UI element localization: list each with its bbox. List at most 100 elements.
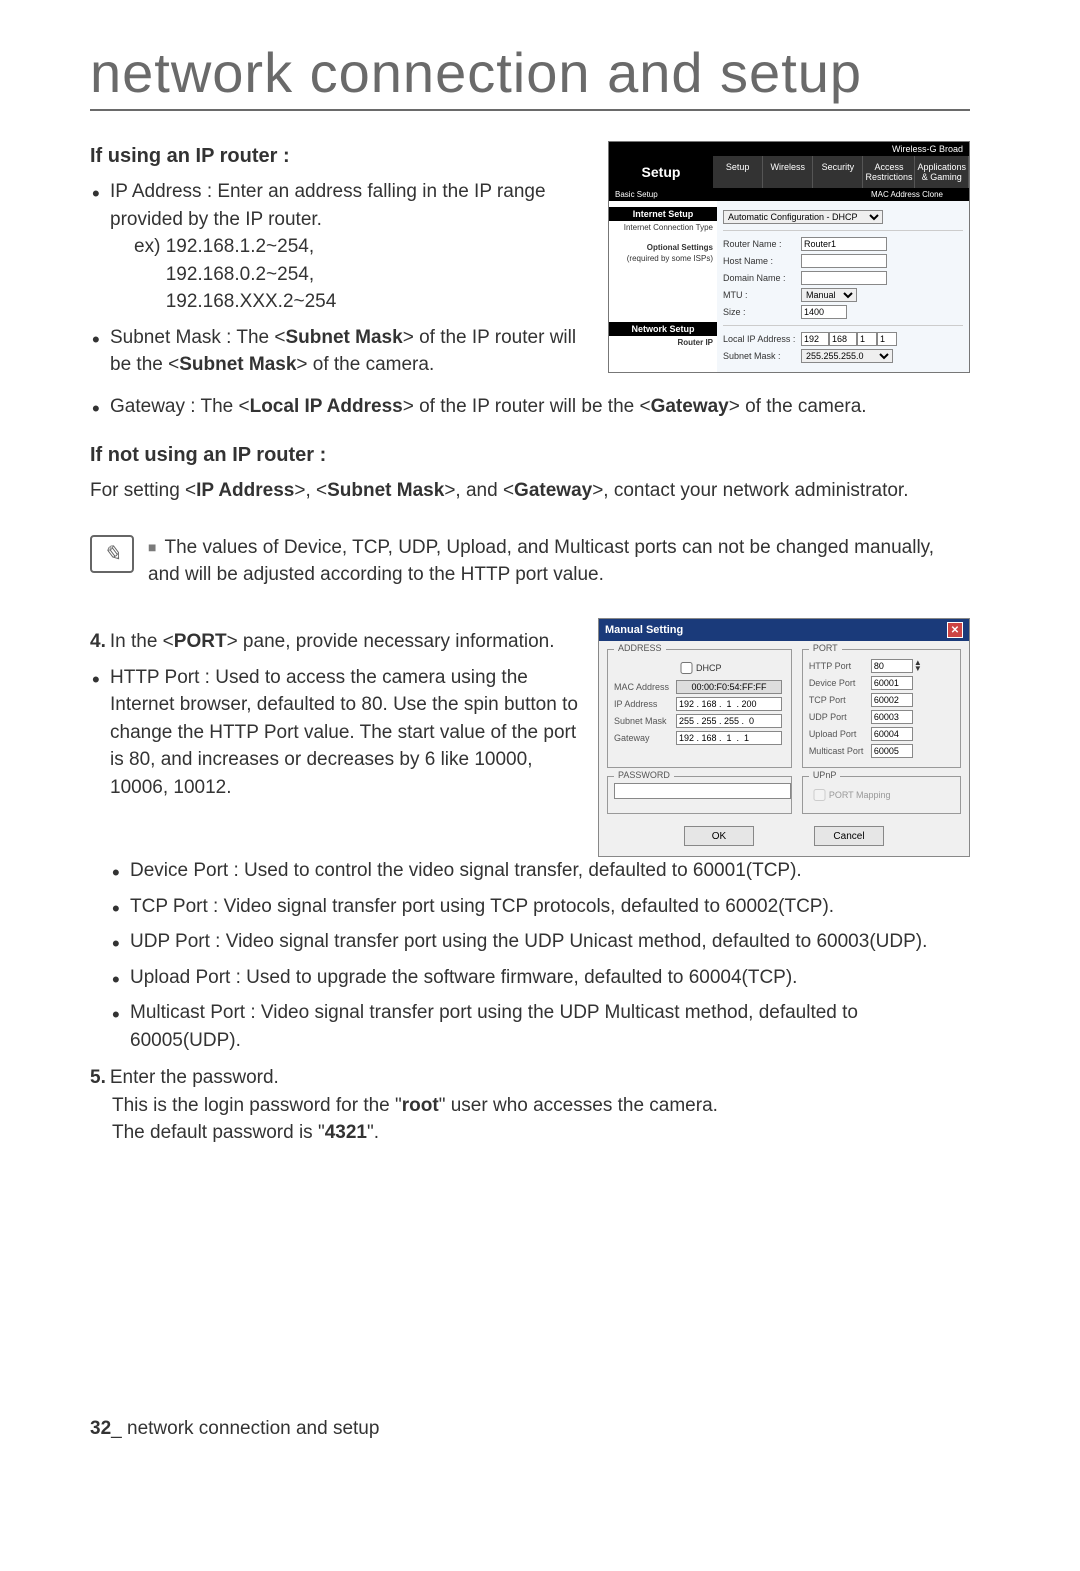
dhcp-label: DHCP xyxy=(696,663,722,673)
host-name-lbl: Host Name : xyxy=(723,256,801,266)
nr-b: >, < xyxy=(294,480,327,501)
sn-input[interactable] xyxy=(676,714,782,728)
tab-access[interactable]: Access Restrictions xyxy=(863,156,915,188)
router-screenshot: Wireless-G Broad Setup Setup Wireless Se… xyxy=(608,141,970,373)
note-body: The values of Device, TCP, UDP, Upload, … xyxy=(148,537,934,585)
tcp-port-input[interactable] xyxy=(871,693,913,707)
udp-port-bullet: UDP Port : Video signal transfer port us… xyxy=(130,928,970,956)
upload-port-bullet: Upload Port : Used to upgrade the softwa… xyxy=(130,964,970,992)
s5l2b: " user who accesses the camera. xyxy=(439,1095,718,1116)
note-bullet-icon: ■ xyxy=(148,539,156,555)
ex-label: ex) xyxy=(134,236,160,257)
subnet-mask-select[interactable]: 255.255.255.0 xyxy=(801,349,893,363)
s4a: In the < xyxy=(110,631,174,652)
local-ip-1[interactable] xyxy=(801,332,829,346)
optional-a: Optional Settings xyxy=(613,243,713,253)
subnet-bold1: Subnet Mask xyxy=(286,327,403,348)
local-ip-3[interactable] xyxy=(857,332,877,346)
size-lbl: Size : xyxy=(723,307,801,317)
subtab-basic[interactable]: Basic Setup xyxy=(615,190,658,199)
local-ip-2[interactable] xyxy=(829,332,857,346)
udp-port-input[interactable] xyxy=(871,710,913,724)
s5l1: Enter the password. xyxy=(110,1067,279,1088)
mtu-select[interactable]: Manual xyxy=(801,288,857,302)
ip-address-bullet: IP Address : Enter an address falling in… xyxy=(110,178,588,316)
port-legend: PORT xyxy=(809,643,842,653)
dhcp-checkbox[interactable] xyxy=(680,662,693,674)
nr-b3: Gateway xyxy=(514,480,592,501)
upnp-legend: UPnP xyxy=(809,770,841,780)
gw-input[interactable] xyxy=(676,731,782,745)
subnet-bold2: Subnet Mask xyxy=(179,354,296,375)
device-port-bullet: Device Port : Used to control the video … xyxy=(130,857,970,885)
tab-apps[interactable]: Applications & Gaming xyxy=(915,156,969,188)
step5-num: 5. xyxy=(90,1067,106,1088)
footer-text: network connection and setup xyxy=(122,1418,380,1439)
ex2: 192.168.0.2~254, xyxy=(166,264,314,285)
nr-c: >, and < xyxy=(444,480,514,501)
multicast-port-lbl: Multicast Port xyxy=(809,746,871,756)
domain-name-input[interactable] xyxy=(801,271,887,285)
port-mapping-label: PORT Mapping xyxy=(829,790,891,800)
device-port-input[interactable] xyxy=(871,676,913,690)
tab-wireless[interactable]: Wireless xyxy=(763,156,813,188)
mac-input xyxy=(676,680,782,694)
gateway-text-a: Gateway : The < xyxy=(110,396,250,417)
ex1: 192.168.1.2~254, xyxy=(166,236,314,257)
multicast-port-input[interactable] xyxy=(871,744,913,758)
step-4: 4.In the <PORT> pane, provide necessary … xyxy=(90,628,578,801)
close-icon[interactable]: ✕ xyxy=(947,622,963,638)
root-bold: root xyxy=(402,1095,439,1116)
subnet-bullet: Subnet Mask : The <Subnet Mask> of the I… xyxy=(110,324,588,379)
port-bold: PORT xyxy=(174,631,227,652)
internet-setup-hdr: Internet Setup xyxy=(609,207,717,221)
gateway-bullet: Gateway : The <Local IP Address> of the … xyxy=(110,393,970,421)
device-port-lbl: Device Port xyxy=(809,678,871,688)
page-number: 32 xyxy=(90,1418,111,1439)
nr-b2: Subnet Mask xyxy=(327,480,444,501)
mac-lbl: MAC Address xyxy=(614,682,676,692)
cancel-button[interactable]: Cancel xyxy=(814,826,884,846)
footer-sep: _ xyxy=(111,1418,122,1439)
router-tabs: Setup Wireless Security Access Restricti… xyxy=(713,156,969,188)
ict-label: Internet Connection Type xyxy=(613,223,713,233)
subtab-mac[interactable]: MAC Address Clone xyxy=(871,190,943,199)
upload-port-input[interactable] xyxy=(871,727,913,741)
local-ip-4[interactable] xyxy=(877,332,897,346)
upload-port-lbl: Upload Port xyxy=(809,729,871,739)
subnet-mask-lbl: Subnet Mask : xyxy=(723,351,801,361)
ok-button[interactable]: OK xyxy=(684,826,754,846)
gw-lbl: Gateway xyxy=(614,733,676,743)
step4-num: 4. xyxy=(90,631,106,652)
password-input[interactable] xyxy=(614,783,791,799)
local-ip-lbl: Local IP Address : xyxy=(723,334,801,344)
ict-select[interactable]: Automatic Configuration - DHCP xyxy=(723,210,883,224)
size-input[interactable] xyxy=(801,305,847,319)
port-mapping-checkbox xyxy=(813,789,826,801)
note-icon: ✎ xyxy=(90,535,134,573)
s5l3b: ". xyxy=(367,1122,379,1143)
tcp-port-bullet: TCP Port : Video signal transfer port us… xyxy=(130,893,970,921)
http-port-input[interactable] xyxy=(871,659,913,673)
router-setup-label: Setup xyxy=(609,156,713,188)
tab-setup[interactable]: Setup xyxy=(713,156,763,188)
password-legend: PASSWORD xyxy=(614,770,674,780)
router-ip-label: Router IP xyxy=(613,338,713,348)
step-5: 5.Enter the password. This is the login … xyxy=(90,1064,970,1147)
ip-input[interactable] xyxy=(676,697,782,711)
gateway-bold2: Gateway xyxy=(651,396,729,417)
nr-d: >, contact your network administrator. xyxy=(592,480,908,501)
nr-b1: IP Address xyxy=(196,480,294,501)
router-top-label: Wireless-G Broad xyxy=(609,142,969,156)
gateway-bold1: Local IP Address xyxy=(250,396,403,417)
udp-port-lbl: UDP Port xyxy=(809,712,871,722)
tab-security[interactable]: Security xyxy=(813,156,863,188)
address-legend: ADDRESS xyxy=(614,643,666,653)
ex3: 192.168.XXX.2~254 xyxy=(166,291,337,312)
dialog-title: Manual Setting xyxy=(605,624,683,636)
note-text: ■The values of Device, TCP, UDP, Upload,… xyxy=(148,535,970,588)
router-name-input[interactable] xyxy=(801,237,887,251)
s5l2a: This is the login password for the " xyxy=(112,1095,402,1116)
nr-a: For setting < xyxy=(90,480,196,501)
host-name-input[interactable] xyxy=(801,254,887,268)
